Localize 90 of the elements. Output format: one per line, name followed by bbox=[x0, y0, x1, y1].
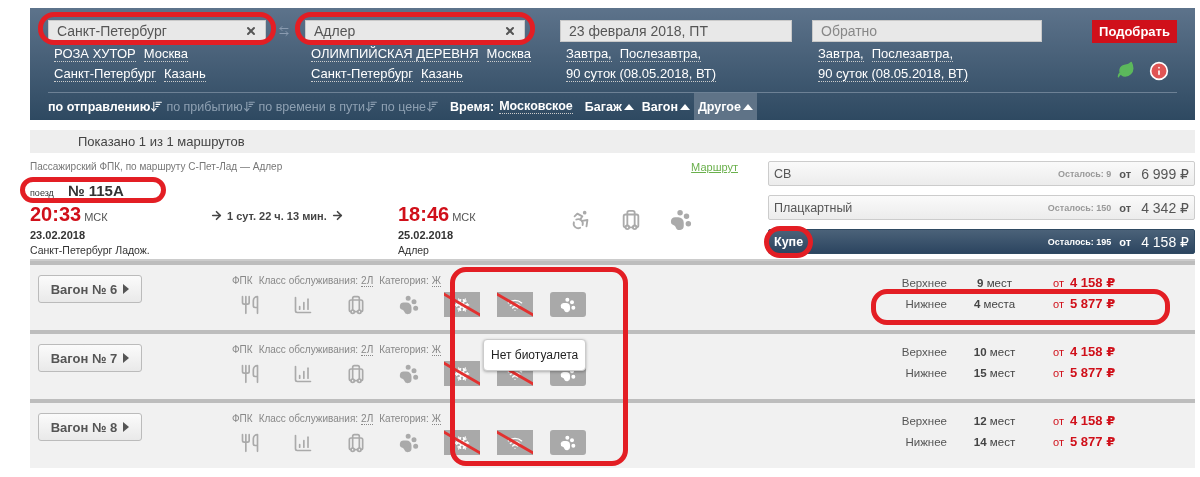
car-class-option[interactable]: Плацкартный Осталось: 150 от 4 342 ₽ bbox=[768, 195, 1195, 220]
category: Категория: Ж bbox=[379, 413, 441, 424]
seat-count: 10 мест bbox=[972, 345, 1017, 358]
quick-link[interactable]: 90 суток (08.05.2018, ВТ) bbox=[818, 66, 969, 82]
luggage-icon bbox=[620, 209, 642, 231]
category: Категория: Ж bbox=[379, 275, 441, 286]
price-prefix: от bbox=[1052, 276, 1064, 289]
departure-time: 20:33 bbox=[30, 203, 82, 226]
seat-price: 5 877 ₽ bbox=[1069, 365, 1117, 380]
sort-option[interactable]: по времени в пути bbox=[258, 99, 378, 114]
berth-type: Нижнее bbox=[904, 366, 947, 379]
price-prefix: от bbox=[1052, 414, 1064, 427]
sort-icon bbox=[426, 100, 440, 113]
seat-count: 12 мест bbox=[972, 414, 1017, 427]
service-class: Класс обслуживания: 2Л bbox=[258, 275, 374, 286]
filter-tab[interactable]: Другое bbox=[693, 93, 757, 120]
seat-count: 14 мест bbox=[972, 435, 1017, 448]
seat-count: 9 мест bbox=[976, 276, 1013, 289]
quick-link[interactable]: ОЛИМПИЙСКАЯ ДЕРЕВНЯ bbox=[311, 46, 479, 62]
arrival-time: 18:46 bbox=[398, 203, 450, 226]
quick-link[interactable]: Санкт-Петербург bbox=[54, 66, 156, 82]
wagon-button[interactable]: Вагон № 8 bbox=[38, 413, 142, 441]
price-prefix: от bbox=[1052, 345, 1064, 358]
car-class-option[interactable]: СВ Осталось: 9 от 6 999 ₽ bbox=[768, 161, 1195, 186]
departure-date: 23.02.2018 bbox=[30, 229, 87, 241]
seat-price: 5 877 ₽ bbox=[1069, 296, 1117, 311]
date-field[interactable]: 23 февраля 2018, ПТ bbox=[560, 20, 792, 42]
sort-option[interactable]: по цене bbox=[381, 99, 440, 114]
seat-count: 4 места bbox=[972, 297, 1017, 310]
service-class: Класс обслуживания: 2Л bbox=[258, 413, 374, 424]
quick-link[interactable]: Санкт-Петербург bbox=[311, 66, 413, 82]
train-number: № 115А bbox=[67, 182, 124, 199]
submit-button[interactable]: Подобрать bbox=[1092, 20, 1177, 43]
tooltip: Нет биотуалета bbox=[483, 339, 587, 371]
quick-link[interactable]: Завтра, bbox=[818, 46, 864, 62]
sort-option[interactable]: по прибытию bbox=[166, 99, 256, 114]
travel-duration: 1 сут. 22 ч. 13 мин. bbox=[227, 209, 327, 222]
time-zone: МСК bbox=[84, 211, 108, 223]
filter-tab[interactable]: Багаж bbox=[580, 93, 638, 120]
arrow-icon bbox=[210, 209, 223, 222]
quick-link[interactable]: Москва bbox=[486, 46, 531, 62]
carrier-label: ФПК bbox=[232, 275, 253, 286]
train-label: поезд bbox=[30, 188, 54, 198]
sort-icon bbox=[365, 100, 378, 113]
sort-icon bbox=[242, 100, 256, 113]
quick-link[interactable]: Завтра, bbox=[566, 46, 612, 62]
paw-icon bbox=[670, 209, 692, 231]
time-zone-link[interactable]: Московское bbox=[499, 99, 573, 114]
seat-price: 4 158 ₽ bbox=[1069, 413, 1117, 428]
results-count: Показано 1 из 1 маршрутов bbox=[30, 130, 1195, 153]
quick-link[interactable]: РОЗА ХУТОР bbox=[54, 46, 136, 62]
category: Категория: Ж bbox=[379, 344, 441, 355]
clear-icon[interactable] bbox=[504, 25, 516, 37]
price-prefix: от bbox=[1052, 435, 1064, 448]
carrier-label: ФПК bbox=[232, 344, 253, 355]
clear-icon[interactable] bbox=[245, 25, 257, 37]
quick-link[interactable]: Казань bbox=[420, 66, 463, 82]
service-class: Класс обслуживания: 2Л bbox=[258, 344, 374, 355]
quick-link[interactable]: Казань bbox=[163, 66, 206, 82]
carrier-label: ФПК bbox=[232, 413, 253, 424]
info-icon[interactable] bbox=[1149, 61, 1169, 81]
arrow-icon bbox=[330, 209, 344, 222]
seat-price: 5 877 ₽ bbox=[1069, 434, 1117, 449]
seat-price: 4 158 ₽ bbox=[1069, 275, 1117, 290]
wagon-button[interactable]: Вагон № 6 bbox=[38, 275, 142, 303]
quick-link[interactable]: Послезавтра, bbox=[871, 46, 954, 62]
berth-type: Нижнее bbox=[904, 297, 947, 310]
from-field[interactable]: Санкт-Петербург bbox=[48, 20, 266, 42]
berth-type: Верхнее bbox=[900, 345, 947, 358]
quick-link[interactable]: Послезавтра, bbox=[619, 46, 702, 62]
berth-type: Нижнее bbox=[904, 435, 947, 448]
arrival-date: 25.02.2018 bbox=[398, 229, 455, 241]
time-label: Время: bbox=[450, 99, 495, 114]
seat-price: 4 158 ₽ bbox=[1069, 344, 1117, 359]
sort-icon bbox=[150, 100, 164, 113]
time-zone: МСК bbox=[452, 211, 476, 223]
train-description: Пассажирский ФПК, по маршруту С-Пет-Лад — Адлер bbox=[30, 161, 283, 173]
seat-count: 15 мест bbox=[972, 366, 1017, 379]
leaf-icon[interactable] bbox=[1117, 61, 1135, 79]
wagon-button[interactable]: Вагон № 7 bbox=[38, 344, 142, 372]
berth-type: Верхнее bbox=[900, 414, 947, 427]
departure-station: Санкт-Петербург Ладож. bbox=[30, 244, 151, 256]
price-prefix: от bbox=[1052, 297, 1064, 310]
berth-type: Верхнее bbox=[900, 276, 947, 289]
price-prefix: от bbox=[1052, 366, 1064, 379]
quick-link[interactable]: Москва bbox=[143, 46, 189, 62]
to-field[interactable]: Адлер bbox=[305, 20, 525, 42]
sort-option[interactable]: по отправлению bbox=[48, 99, 164, 114]
arrival-station: Адлер bbox=[398, 244, 430, 256]
quick-link[interactable]: 90 суток (08.05.2018, ВТ) bbox=[566, 66, 717, 82]
